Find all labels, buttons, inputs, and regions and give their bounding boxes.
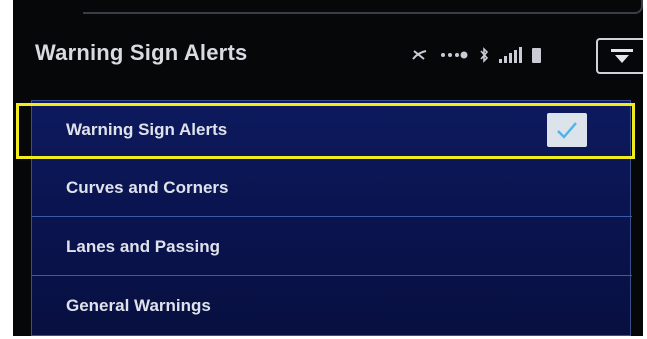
header-bar: Warning Sign Alerts: [13, 22, 643, 86]
checkmark-icon: [557, 122, 577, 139]
signal-icon: [499, 47, 522, 63]
status-bar: [411, 42, 541, 68]
bluetooth-icon: [479, 47, 489, 63]
list-item-label: Warning Sign Alerts: [66, 119, 228, 139]
list-item-lanes-and-passing[interactable]: Lanes and Passing: [32, 218, 632, 276]
menu-button[interactable]: [596, 38, 643, 74]
alerts-list: Warning Sign Alerts Curves and Corners L…: [31, 100, 632, 336]
head-unit-screen: Warning Sign Alerts Warning Sign Alerts …: [13, 0, 643, 336]
menu-icon: [611, 49, 633, 63]
list-item-warning-sign-alerts[interactable]: Warning Sign Alerts: [32, 101, 632, 159]
warning-sign-alerts-checkbox[interactable]: [547, 113, 587, 147]
battery-icon: [532, 47, 541, 63]
list-item-label: General Warnings: [66, 296, 211, 315]
dots-icon: [439, 50, 469, 60]
list-item-curves-and-corners[interactable]: Curves and Corners: [32, 159, 632, 217]
no-phone-icon: [411, 48, 429, 62]
list-item-label: Curves and Corners: [66, 177, 229, 197]
list-item-label: Lanes and Passing: [66, 236, 220, 256]
list-item-general-warnings[interactable]: General Warnings: [32, 277, 632, 335]
page-title: Warning Sign Alerts: [35, 40, 248, 65]
screen-bezel-edge: [83, 0, 643, 14]
